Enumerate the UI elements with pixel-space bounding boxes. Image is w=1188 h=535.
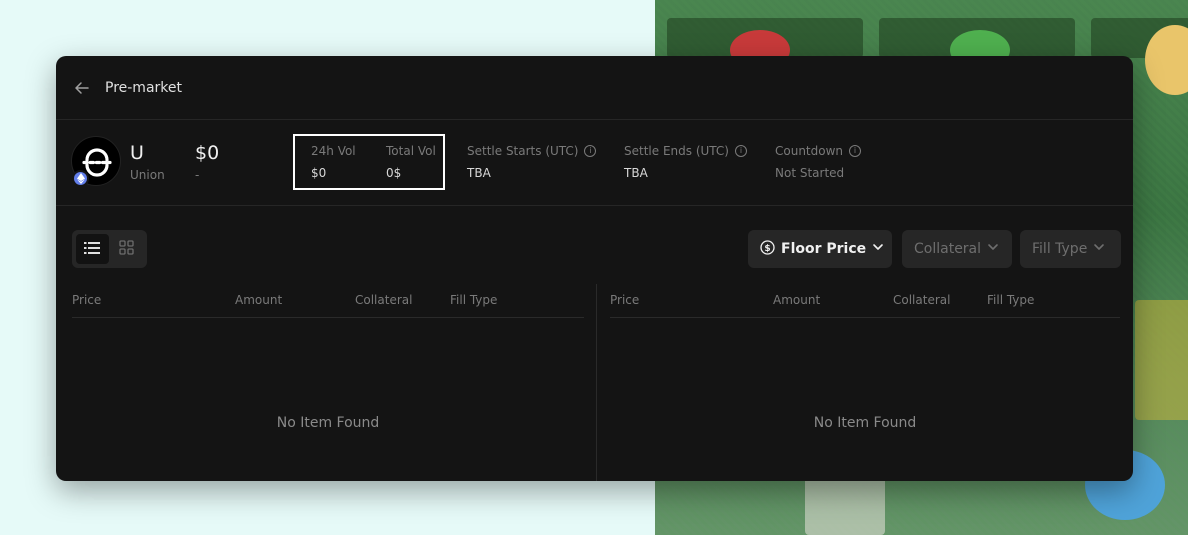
vol-24h-label: 24h Vol [311,144,356,158]
table-divider [596,284,597,481]
total-vol-label: Total Vol [386,144,436,158]
back-arrow-icon[interactable] [74,79,92,97]
grid-view-button[interactable] [111,234,144,264]
info-icon[interactable]: i [734,145,747,157]
chevron-down-icon [872,241,884,257]
list-view-icon [84,240,101,259]
column-collateral: Collateral [355,293,413,307]
chevron-down-icon [987,241,999,257]
page-title: Pre-market [105,79,182,96]
collateral-filter-button[interactable]: Collateral [902,230,1012,268]
column-fill-type: Fill Type [987,293,1035,307]
table-header: Price Amount Collateral Fill Type [610,284,1120,318]
orders-table-right: Price Amount Collateral Fill Type No Ite… [610,284,1120,481]
table-header: Price Amount Collateral Fill Type [72,284,584,318]
column-price: Price [610,293,640,307]
token-price: $0 [195,142,220,164]
countdown-value: Not Started [775,166,845,180]
chevron-down-icon [1093,241,1105,257]
floor-price-button[interactable]: $ Floor Price [748,230,892,268]
column-fill-type: Fill Type [450,293,498,307]
token-info-bar: U Union $0 - 24h Vol $0 Total Vol 0$ Set… [56,120,1133,206]
info-icon[interactable]: i [849,145,862,157]
info-icon[interactable]: i [584,145,597,157]
empty-state: No Item Found [813,415,917,431]
fill-type-label: Fill Type [1032,241,1088,257]
ethereum-icon [72,170,89,187]
top-bar: Pre-market [56,56,1133,120]
volume-highlight-box [293,134,445,190]
svg-text:$: $ [764,244,770,254]
settle-ends-label: Settle Ends (UTC) i [624,144,747,158]
settle-starts-label: Settle Starts (UTC) i [467,144,597,158]
collateral-label: Collateral [914,241,982,257]
empty-state: No Item Found [276,415,380,431]
fill-type-filter-button[interactable]: Fill Type [1020,230,1121,268]
token-price-change: - [195,168,200,182]
token-symbol: U [130,142,144,164]
column-collateral: Collateral [893,293,951,307]
orders-table-left: Price Amount Collateral Fill Type No Ite… [72,284,584,481]
pre-market-panel: Pre-market U Union $0 - 24h Vol $0 Total… [56,56,1133,481]
view-toggle [72,230,147,268]
dollar-circle-icon: $ [760,239,775,259]
column-amount: Amount [773,293,821,307]
token-name: Union [130,168,165,182]
floor-price-label: Floor Price [781,241,867,257]
vol-24h-value: $0 [311,166,327,180]
total-vol-value: 0$ [386,166,402,180]
settle-starts-value: TBA [467,166,491,180]
grid-view-icon [119,239,134,259]
settle-ends-value: TBA [624,166,648,180]
column-amount: Amount [235,293,283,307]
column-price: Price [72,293,102,307]
countdown-label: Countdown i [775,144,862,158]
list-view-button[interactable] [76,234,109,264]
